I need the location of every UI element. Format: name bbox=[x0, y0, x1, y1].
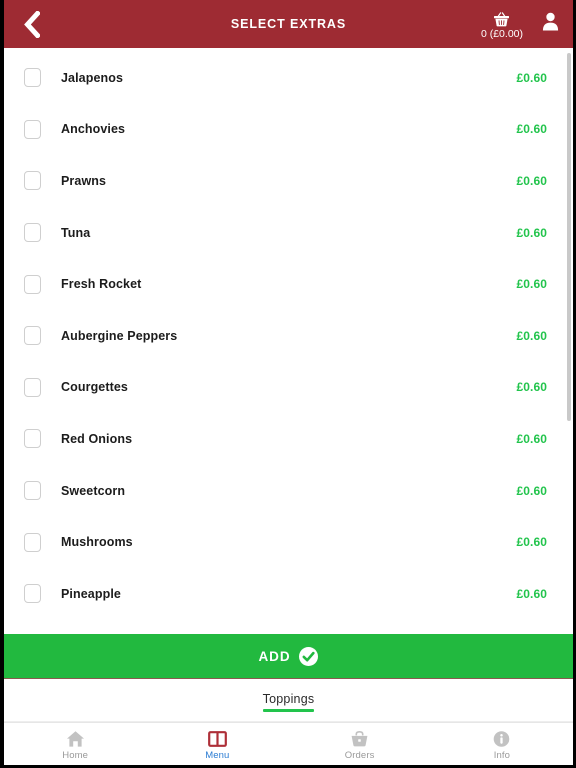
basket-count-label: 0 (£0.00) bbox=[480, 27, 523, 40]
extras-item-price: £0.60 bbox=[516, 483, 547, 498]
tab-active-indicator bbox=[262, 708, 315, 712]
extras-item-checkbox[interactable] bbox=[24, 429, 41, 449]
basket-button[interactable]: 0 (£0.00) bbox=[481, 9, 523, 40]
extras-item-label: Fresh Rocket bbox=[61, 277, 142, 292]
user-icon bbox=[542, 12, 559, 36]
extras-item-label: Aubergine Peppers bbox=[61, 328, 178, 343]
extras-list-item[interactable]: Red Onions £0.60 bbox=[4, 413, 573, 465]
extras-list-item[interactable]: Aubergine Peppers £0.60 bbox=[4, 309, 573, 362]
add-button-label: ADD bbox=[258, 648, 291, 664]
extras-item-label: Jalapenos bbox=[61, 70, 124, 85]
extras-item-price: £0.60 bbox=[516, 277, 547, 292]
extras-item-price: £0.60 bbox=[516, 431, 547, 446]
basket-icon bbox=[493, 11, 510, 27]
extras-list-item[interactable]: Courgettes £0.60 bbox=[4, 361, 573, 414]
extras-list-item[interactable]: Fresh Rocket £0.60 bbox=[4, 258, 573, 310]
extras-item-checkbox[interactable] bbox=[24, 223, 41, 243]
back-button[interactable] bbox=[10, 0, 52, 48]
extras-item-checkbox[interactable] bbox=[24, 532, 41, 552]
extras-list-item[interactable]: Anchovies £0.60 bbox=[4, 103, 573, 156]
nav-item-info[interactable]: Info bbox=[431, 723, 573, 765]
extras-item-checkbox[interactable] bbox=[24, 377, 41, 397]
extras-item-checkbox[interactable] bbox=[24, 119, 41, 139]
nav-item-home-label: Home bbox=[62, 749, 88, 761]
app-header: SELECT EXTRAS 0 (£0.00) bbox=[4, 0, 573, 48]
extras-list: Jalapenos £0.60 Anchovies £0.60 Prawns £0.60 T… bbox=[4, 48, 573, 620]
extras-list-item[interactable]: Tuna £0.60 bbox=[4, 206, 573, 259]
extras-item-price: £0.60 bbox=[516, 380, 547, 395]
nav-item-info-label: Info bbox=[493, 749, 510, 761]
extras-item-price: £0.60 bbox=[516, 225, 547, 240]
nav-item-home[interactable]: Home bbox=[4, 723, 146, 765]
account-button[interactable] bbox=[537, 9, 563, 39]
nav-item-menu[interactable]: Menu bbox=[146, 723, 288, 765]
header-actions: 0 (£0.00) bbox=[481, 9, 563, 40]
extras-item-label: Courgettes bbox=[61, 380, 128, 395]
extras-item-checkbox[interactable] bbox=[24, 481, 41, 501]
extras-item-label: Sweetcorn bbox=[61, 483, 126, 498]
extras-item-label: Red Onions bbox=[61, 431, 133, 446]
extras-list-item[interactable]: Mushrooms £0.60 bbox=[4, 516, 573, 568]
extras-item-label: Prawns bbox=[61, 173, 107, 188]
extras-item-price: £0.60 bbox=[516, 535, 547, 550]
section-tabs: Toppings bbox=[4, 679, 573, 722]
extras-list-container: Jalapenos £0.60 Anchovies £0.60 Prawns £0.60 T… bbox=[4, 48, 573, 634]
extras-list-item[interactable]: Sweetcorn £0.60 bbox=[4, 464, 573, 517]
chevron-left-icon bbox=[23, 10, 40, 38]
extras-item-checkbox[interactable] bbox=[24, 274, 41, 294]
bottom-navigation: Home Menu Orders Info bbox=[4, 722, 573, 765]
extras-item-price: £0.60 bbox=[516, 70, 547, 85]
basket-icon bbox=[350, 730, 369, 749]
app-screen: SELECT EXTRAS 0 (£0.00) Jalapenos £0.60 … bbox=[0, 0, 576, 768]
extras-item-checkbox[interactable] bbox=[24, 584, 41, 604]
tab-toppings[interactable]: Toppings bbox=[262, 689, 315, 712]
tab-toppings-label: Toppings bbox=[262, 691, 315, 706]
extras-item-price: £0.60 bbox=[516, 586, 547, 601]
home-icon bbox=[66, 730, 85, 749]
add-button[interactable]: ADD bbox=[4, 634, 573, 679]
extras-item-price: £0.60 bbox=[516, 122, 547, 137]
extras-item-label: Pineapple bbox=[61, 586, 121, 601]
extras-list-item[interactable]: Prawns £0.60 bbox=[4, 155, 573, 207]
extras-list-item[interactable]: Pineapple £0.60 bbox=[4, 567, 573, 620]
extras-item-price: £0.60 bbox=[516, 173, 547, 188]
nav-item-menu-label: Menu bbox=[205, 749, 230, 761]
extras-item-checkbox[interactable] bbox=[24, 171, 41, 191]
extras-item-checkbox[interactable] bbox=[24, 68, 41, 88]
extras-item-checkbox[interactable] bbox=[24, 326, 41, 346]
nav-item-orders[interactable]: Orders bbox=[289, 723, 431, 765]
check-circle-icon bbox=[299, 646, 319, 666]
nav-item-orders-label: Orders bbox=[344, 749, 375, 761]
extras-list-item[interactable]: Jalapenos £0.60 bbox=[4, 52, 573, 104]
extras-item-label: Anchovies bbox=[61, 122, 126, 137]
extras-item-price: £0.60 bbox=[516, 328, 547, 343]
info-icon bbox=[492, 730, 511, 749]
book-icon bbox=[207, 730, 227, 749]
extras-item-label: Mushrooms bbox=[61, 535, 133, 550]
extras-item-label: Tuna bbox=[61, 225, 91, 240]
